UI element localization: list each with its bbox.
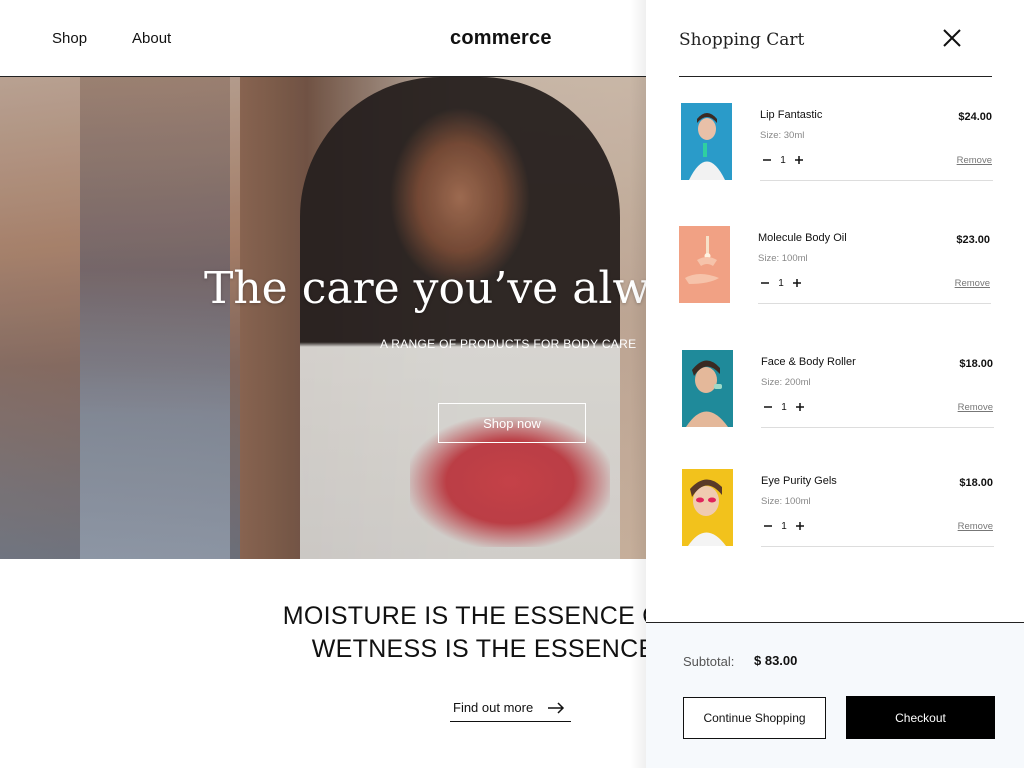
plus-icon	[793, 279, 801, 287]
product-thumbnail	[679, 226, 730, 303]
minus-icon	[761, 282, 769, 284]
increase-qty-button[interactable]	[792, 153, 806, 167]
plus-icon	[796, 403, 804, 411]
subtotal-value: $ 83.00	[754, 653, 798, 668]
shop-now-button[interactable]: Shop now	[438, 403, 586, 443]
quantity-stepper: 1	[761, 400, 807, 414]
cart-item: Eye Purity Gels Size: 100ml $18.00 1 Rem…	[680, 469, 994, 549]
nav-shop-link[interactable]: Shop	[52, 30, 87, 47]
item-name: Face & Body Roller	[761, 356, 856, 368]
plus-icon	[796, 522, 804, 530]
decrease-qty-button[interactable]	[758, 276, 772, 290]
item-name: Eye Purity Gels	[761, 475, 837, 487]
hero-subtitle: A RANGE OF PRODUCTS FOR BODY CARE	[380, 337, 637, 351]
arrow-right-icon	[548, 701, 565, 714]
increase-qty-button[interactable]	[790, 276, 804, 290]
find-out-more-link[interactable]: Find out more	[450, 694, 571, 722]
increase-qty-button[interactable]	[793, 400, 807, 414]
item-name: Lip Fantastic	[760, 109, 823, 121]
item-size: Size: 30ml	[760, 130, 805, 141]
item-divider	[761, 427, 994, 428]
remove-item-link[interactable]: Remove	[955, 278, 990, 289]
cart-title: Shopping Cart	[679, 30, 805, 50]
item-price: $18.00	[959, 358, 993, 370]
item-price: $18.00	[959, 477, 993, 489]
find-out-more-label: Find out more	[453, 700, 534, 715]
item-divider	[760, 180, 993, 181]
decrease-qty-button[interactable]	[761, 519, 775, 533]
item-price: $24.00	[958, 111, 992, 123]
nav-about-link[interactable]: About	[132, 30, 171, 47]
increase-qty-button[interactable]	[793, 519, 807, 533]
item-size: Size: 200ml	[761, 377, 811, 388]
item-size: Size: 100ml	[761, 496, 811, 507]
quantity-stepper: 1	[761, 519, 807, 533]
subtotal-label: Subtotal:	[683, 654, 735, 669]
quantity-stepper: 1	[760, 153, 806, 167]
cart-footer: Subtotal: $ 83.00 Continue Shopping Chec…	[646, 622, 1024, 768]
remove-item-link[interactable]: Remove	[958, 521, 993, 532]
product-thumbnail	[682, 350, 733, 427]
cart-header-divider	[679, 76, 992, 77]
cart-item: Face & Body Roller Size: 200ml $18.00 1 …	[680, 350, 994, 430]
cart-item: Molecule Body Oil Size: 100ml $23.00 1 R…	[677, 226, 991, 306]
item-price: $23.00	[956, 234, 990, 246]
quantity-value[interactable]: 1	[772, 278, 790, 289]
decrease-qty-button[interactable]	[760, 153, 774, 167]
minus-icon	[764, 525, 772, 527]
cart-item: Lip Fantastic Size: 30ml $24.00 1 Remove	[679, 103, 993, 183]
item-size: Size: 100ml	[758, 253, 808, 264]
site-logo[interactable]: commerce	[450, 27, 552, 50]
quantity-value[interactable]: 1	[775, 521, 793, 532]
item-divider	[758, 303, 991, 304]
minus-icon	[764, 406, 772, 408]
remove-item-link[interactable]: Remove	[957, 155, 992, 166]
item-name: Molecule Body Oil	[758, 232, 847, 244]
plus-icon	[795, 156, 803, 164]
continue-shopping-button[interactable]: Continue Shopping	[683, 697, 826, 739]
checkout-button[interactable]: Checkout	[846, 696, 995, 739]
product-thumbnail	[681, 103, 732, 180]
item-divider	[761, 546, 994, 547]
close-icon[interactable]	[942, 28, 962, 48]
remove-item-link[interactable]: Remove	[958, 402, 993, 413]
quantity-value[interactable]: 1	[774, 155, 792, 166]
quantity-value[interactable]: 1	[775, 402, 793, 413]
shopping-cart-drawer: Shopping Cart Lip Fantastic Size: 30ml $…	[646, 0, 1024, 768]
product-thumbnail	[682, 469, 733, 546]
minus-icon	[763, 159, 771, 161]
decrease-qty-button[interactable]	[761, 400, 775, 414]
quantity-stepper: 1	[758, 276, 804, 290]
